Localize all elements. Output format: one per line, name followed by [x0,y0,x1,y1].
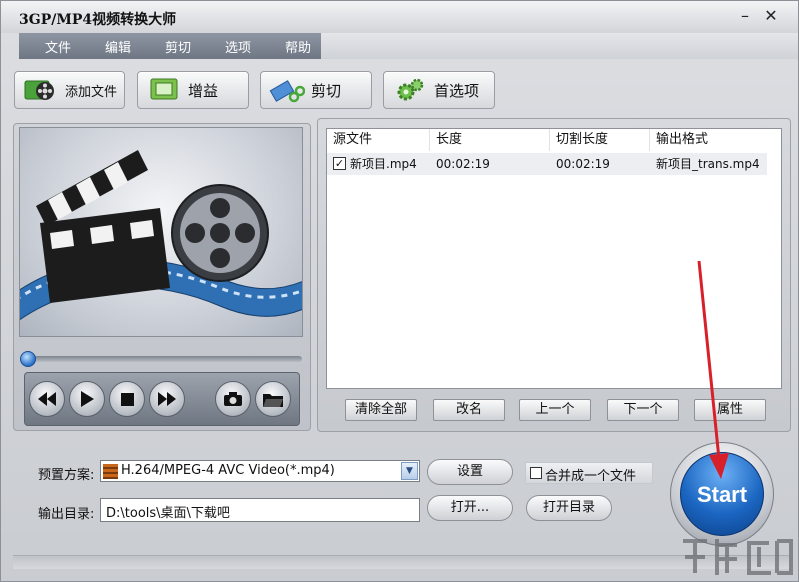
seek-track[interactable] [22,356,302,362]
video-preview [19,127,303,337]
status-bar [13,555,789,569]
play-button[interactable] [69,381,105,417]
fast-forward-icon [158,392,176,406]
list-header: 源文件 长度 切割长度 输出格式 [327,129,781,151]
preset-select[interactable]: H.264/MPEG-4 AVC Video(*.mp4) ▼ [100,460,420,482]
col-cut-length[interactable]: 切割长度 [550,129,650,151]
cut-label: 剪切 [311,81,342,100]
open-button[interactable]: 打开... [427,495,513,521]
col-source[interactable]: 源文件 [327,129,430,151]
output-dir-input[interactable]: D:\tools\桌面\下载吧 [100,498,420,522]
seek-slider-handle[interactable] [20,351,36,367]
row-output: 新项目_trans.mp4 [656,157,760,171]
file-list-panel: 源文件 长度 切割长度 输出格式 ✓ 新项目.mp4 00:02:19 00:0… [317,118,791,432]
row-checkbox[interactable]: ✓ [333,157,346,170]
rewind-icon [38,392,56,406]
rename-button[interactable]: 改名 [433,399,505,421]
film-strip-icon [103,464,118,479]
clapperboard-film-reel-graphic [20,150,302,321]
preview-panel [13,123,311,431]
monitor-gain-icon [146,77,182,103]
row-source: 新项目.mp4 [350,157,417,171]
stop-icon [120,392,134,406]
menu-bar: 文件 编辑 剪切 选项 帮助 [19,33,321,59]
table-row[interactable]: ✓ 新项目.mp4 00:02:19 00:02:19 新项目_trans.mp… [327,153,767,175]
close-icon[interactable]: ✕ [761,6,781,26]
gears-icon [392,77,428,103]
settings-button[interactable]: 设置 [427,459,513,485]
preset-value: H.264/MPEG-4 AVC Video(*.mp4) [121,463,335,478]
preferences-button[interactable]: 首选项 [383,71,495,109]
menu-options[interactable]: 选项 [199,37,259,56]
merge-checkbox[interactable] [530,467,542,479]
gain-label: 增益 [188,81,219,100]
menu-help[interactable]: 帮助 [259,37,319,56]
row-length: 00:02:19 [436,157,490,171]
output-dir-label: 输出目录: [38,507,95,522]
start-button[interactable]: Start [680,452,764,536]
rewind-button[interactable] [29,381,65,417]
file-list: 源文件 长度 切割长度 输出格式 ✓ 新项目.mp4 00:02:19 00:0… [326,128,782,389]
preferences-label: 首选项 [434,81,480,100]
merge-label: 合并成一个文件 [545,469,637,484]
row-cut-length: 00:02:19 [556,157,610,171]
col-length[interactable]: 长度 [430,129,550,151]
watermark-logo [683,539,793,575]
move-down-button[interactable]: 下一个 [607,399,679,421]
cut-button[interactable]: 剪切 [260,71,372,109]
window-title: 3GP/MP4视频转换大师 [19,12,177,28]
properties-button[interactable]: 属性 [694,399,766,421]
scissors-film-icon [269,77,305,103]
menu-edit[interactable]: 编辑 [79,37,139,56]
move-up-button[interactable]: 上一个 [519,399,591,421]
fast-forward-button[interactable] [149,381,185,417]
open-folder-button[interactable] [255,381,291,417]
preset-label: 预置方案: [38,468,95,483]
menu-file[interactable]: 文件 [19,37,79,56]
col-output[interactable]: 输出格式 [650,129,770,151]
folder-icon [263,393,283,407]
merge-option[interactable]: 合并成一个文件 [525,462,653,484]
gain-button[interactable]: 增益 [137,71,249,109]
minimize-icon[interactable]: – [735,6,755,26]
snapshot-button[interactable] [215,381,251,417]
open-directory-button[interactable]: 打开目录 [526,495,612,521]
playback-controls [24,372,300,426]
title-bar: 3GP/MP4视频转换大师 – ✕ [1,1,798,33]
add-file-label: 添加文件 [65,84,118,100]
menu-bar-background [321,33,798,59]
app-window: 3GP/MP4视频转换大师 – ✕ 文件 编辑 剪切 选项 帮助 添加文件 增益… [0,0,799,582]
chevron-down-icon[interactable]: ▼ [401,462,418,480]
film-reel-add-icon [23,77,59,103]
clear-all-button[interactable]: 清除全部 [345,399,417,421]
output-dir-value: D:\tools\桌面\下载吧 [106,506,230,521]
stop-button[interactable] [109,381,145,417]
menu-cut[interactable]: 剪切 [139,37,199,56]
camera-icon [224,392,242,406]
play-icon [81,391,94,407]
add-file-button[interactable]: 添加文件 [14,71,125,109]
